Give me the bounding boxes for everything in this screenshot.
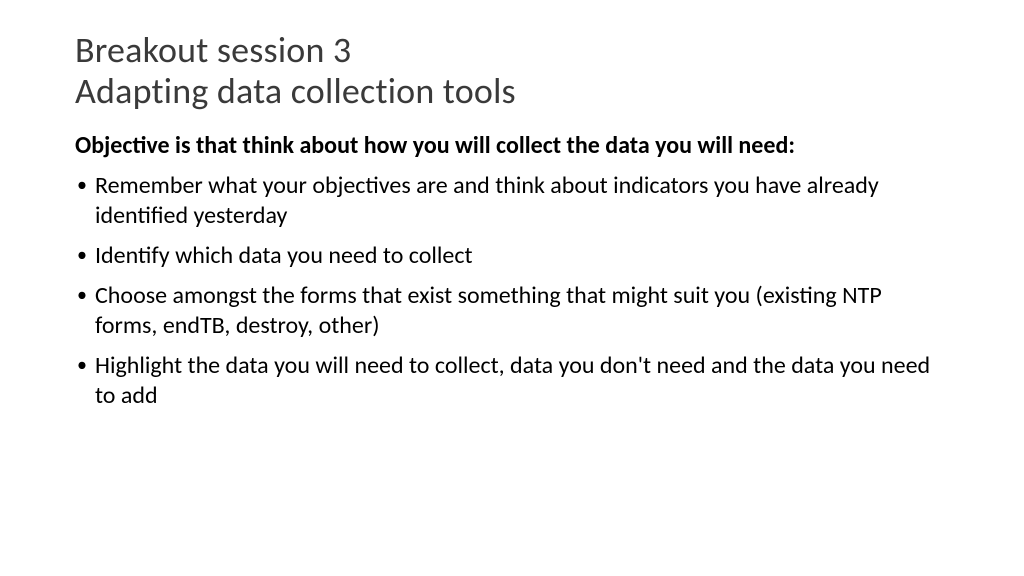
title-line-2: Adapting data collection tools bbox=[75, 71, 949, 112]
list-item: Remember what your objectives are and th… bbox=[75, 171, 949, 231]
objective-text: Objective is that think about how you wi… bbox=[75, 131, 949, 161]
slide-title-block: Breakout session 3 Adapting data collect… bbox=[75, 30, 949, 113]
list-item: Highlight the data you will need to coll… bbox=[75, 351, 949, 411]
title-line-1: Breakout session 3 bbox=[75, 30, 949, 71]
list-item: Identify which data you need to collect bbox=[75, 241, 949, 271]
list-item: Choose amongst the forms that exist some… bbox=[75, 281, 949, 341]
bullet-list: Remember what your objectives are and th… bbox=[75, 171, 949, 411]
